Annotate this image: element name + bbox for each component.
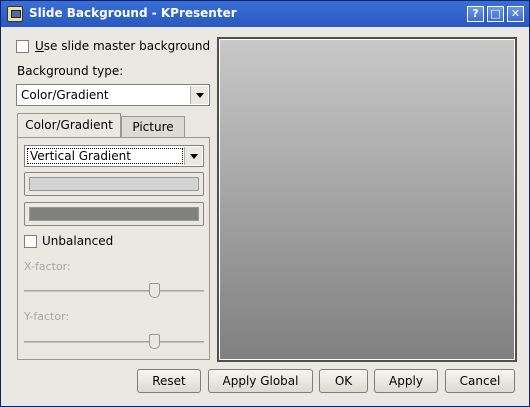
background-type-value: Color/Gradient xyxy=(21,88,109,102)
apply-global-button[interactable]: Apply Global xyxy=(208,369,313,393)
gradient-type-select[interactable]: Vertical Gradient xyxy=(24,145,204,167)
first-color-swatch xyxy=(29,177,199,191)
background-preview xyxy=(217,37,517,362)
x-factor-slider-handle[interactable] xyxy=(149,283,160,298)
use-master-background-label[interactable]: Use slide master background xyxy=(35,39,210,53)
apply-global-button-label: Apply Global xyxy=(222,374,299,388)
unbalanced-checkbox[interactable] xyxy=(24,235,37,248)
x-factor-label: X-factor: xyxy=(24,260,71,273)
reset-button[interactable]: Reset xyxy=(137,369,201,393)
second-color-button[interactable] xyxy=(24,202,204,226)
chevron-down-icon[interactable] xyxy=(190,86,208,104)
ok-button-label: OK xyxy=(334,374,353,388)
use-master-background-checkbox[interactable] xyxy=(16,40,29,53)
color-gradient-panel: Vertical Gradient Unbalanced X-factor: Y… xyxy=(17,137,210,360)
help-button[interactable]: ? xyxy=(467,6,484,22)
reset-button-label: Reset xyxy=(152,374,186,388)
tab-color-gradient[interactable]: Color/Gradient xyxy=(17,113,121,138)
ok-button[interactable]: OK xyxy=(319,369,368,393)
apply-button[interactable]: Apply xyxy=(374,369,438,393)
use-master-background-label-first-char: U xyxy=(35,39,44,53)
y-factor-slider-track[interactable] xyxy=(24,341,204,343)
maximize-button[interactable]: □ xyxy=(487,6,504,22)
x-factor-slider-track[interactable] xyxy=(24,290,204,292)
second-color-swatch xyxy=(29,207,199,221)
cancel-button-label: Cancel xyxy=(459,374,501,388)
tab-color-gradient-label: Color/Gradient xyxy=(25,118,113,132)
title-bar[interactable]: Slide Background - KPresenter ? □ ✕ xyxy=(1,1,529,27)
kpresenter-app-icon[interactable] xyxy=(7,6,23,22)
close-button[interactable]: ✕ xyxy=(507,6,524,22)
background-type-label: Background type: xyxy=(17,64,124,78)
gradient-type-value: Vertical Gradient xyxy=(27,148,183,164)
window-title: Slide Background - KPresenter xyxy=(29,6,237,20)
chevron-down-icon[interactable] xyxy=(184,147,202,165)
first-color-button[interactable] xyxy=(24,172,204,196)
background-type-select[interactable]: Color/Gradient xyxy=(16,84,210,106)
tab-picture[interactable]: Picture xyxy=(121,116,185,138)
unbalanced-label[interactable]: Unbalanced xyxy=(42,234,113,248)
slide-background-dialog: Slide Background - KPresenter ? □ ✕ Use … xyxy=(0,0,530,407)
preview-gradient xyxy=(220,40,514,359)
y-factor-label: Y-factor: xyxy=(24,310,70,323)
y-factor-slider-handle[interactable] xyxy=(149,334,160,349)
tab-picture-label: Picture xyxy=(132,120,174,134)
cancel-button[interactable]: Cancel xyxy=(445,369,515,393)
use-master-background-label-rest: se slide master background xyxy=(43,39,211,53)
apply-button-label: Apply xyxy=(389,374,423,388)
